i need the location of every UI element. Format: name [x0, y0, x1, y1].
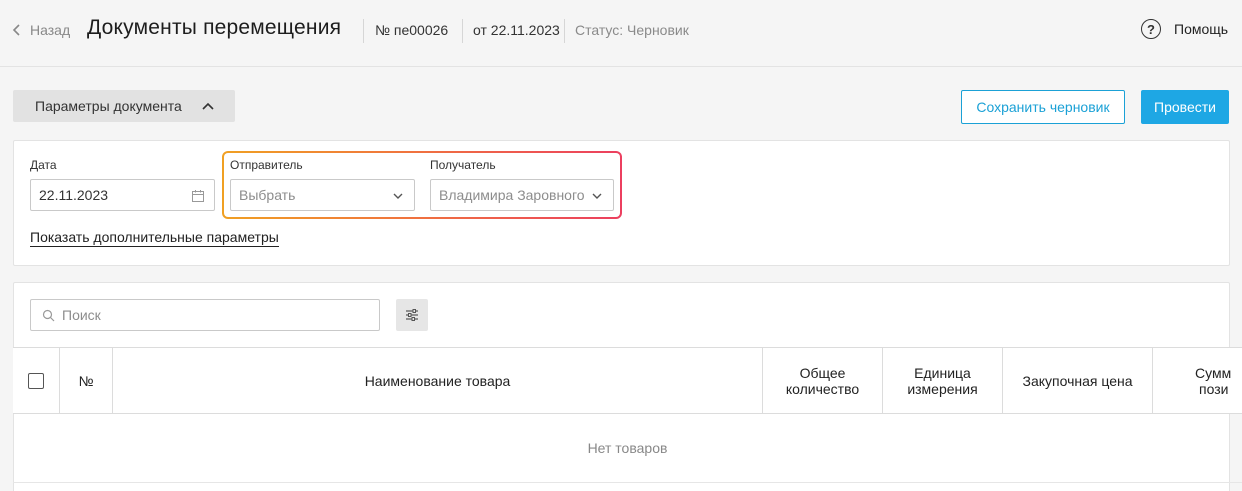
- column-unit-line2: измерения: [907, 381, 978, 397]
- column-unit-line1: Единица: [914, 365, 971, 381]
- params-toggle-label: Параметры документа: [35, 98, 182, 114]
- sender-select[interactable]: Выбрать: [230, 179, 415, 211]
- sender-label: Отправитель: [230, 158, 303, 172]
- column-product-name[interactable]: Наименование товара: [113, 348, 763, 414]
- save-draft-button[interactable]: Сохранить черновик: [961, 90, 1125, 124]
- chevron-left-icon: [12, 24, 20, 36]
- date-field[interactable]: 22.11.2023: [30, 179, 215, 211]
- back-link[interactable]: Назад: [12, 22, 70, 38]
- help-button[interactable]: ? Помощь: [1141, 19, 1228, 39]
- document-status: Статус: Черновик: [575, 22, 689, 38]
- help-label: Помощь: [1174, 21, 1229, 37]
- calendar-icon: [192, 190, 204, 202]
- document-number: № пе00026: [375, 22, 449, 38]
- receiver-value: Владимира Заровного: [439, 187, 585, 203]
- column-position-sum-line1: Сумм: [1195, 365, 1232, 381]
- page-title: Документы перемещения: [87, 16, 342, 39]
- sender-placeholder: Выбрать: [239, 187, 296, 203]
- select-all-cell: [13, 348, 60, 414]
- column-total-quantity-line1: Общее: [799, 365, 846, 381]
- question-circle-icon: ?: [1141, 19, 1161, 39]
- column-unit[interactable]: Единица измерения: [883, 348, 1003, 414]
- top-bar: Назад Документы перемещения № пе00026 от…: [0, 0, 1242, 67]
- divider: [363, 19, 364, 43]
- chevron-down-icon: [592, 193, 602, 199]
- date-value: 22.11.2023: [39, 187, 109, 203]
- chevron-down-icon: [393, 193, 403, 199]
- search-input[interactable]: Поиск: [30, 299, 380, 331]
- date-label: Дата: [30, 158, 57, 172]
- post-button[interactable]: Провести: [1141, 90, 1229, 124]
- column-purchase-price[interactable]: Закупочная цена: [1003, 348, 1153, 414]
- filter-button[interactable]: [396, 299, 428, 331]
- divider: [13, 482, 1242, 483]
- select-all-checkbox[interactable]: [28, 373, 44, 389]
- column-number[interactable]: №: [60, 348, 113, 414]
- goods-table-header: № Наименование товара Общее количество Е…: [13, 347, 1242, 414]
- divider: [564, 19, 565, 43]
- receiver-select[interactable]: Владимира Заровного: [430, 179, 614, 211]
- column-total-quantity[interactable]: Общее количество: [763, 348, 883, 414]
- empty-state: Нет товаров: [587, 440, 668, 456]
- receiver-label: Получатель: [430, 158, 496, 172]
- show-more-params-link[interactable]: Показать дополнительные параметры: [30, 229, 279, 247]
- chevron-up-icon: [202, 102, 214, 110]
- column-position-sum-line2: пози: [1199, 381, 1229, 397]
- back-label: Назад: [30, 22, 71, 38]
- document-date: от 22.11.2023: [473, 22, 560, 38]
- search-placeholder: Поиск: [62, 307, 101, 323]
- search-icon: [42, 309, 55, 322]
- sliders-icon: [406, 309, 418, 321]
- document-params-toggle[interactable]: Параметры документа: [13, 90, 235, 122]
- column-position-sum[interactable]: Сумм пози: [1153, 348, 1242, 414]
- divider: [462, 19, 463, 43]
- column-total-quantity-line2: количество: [785, 381, 860, 397]
